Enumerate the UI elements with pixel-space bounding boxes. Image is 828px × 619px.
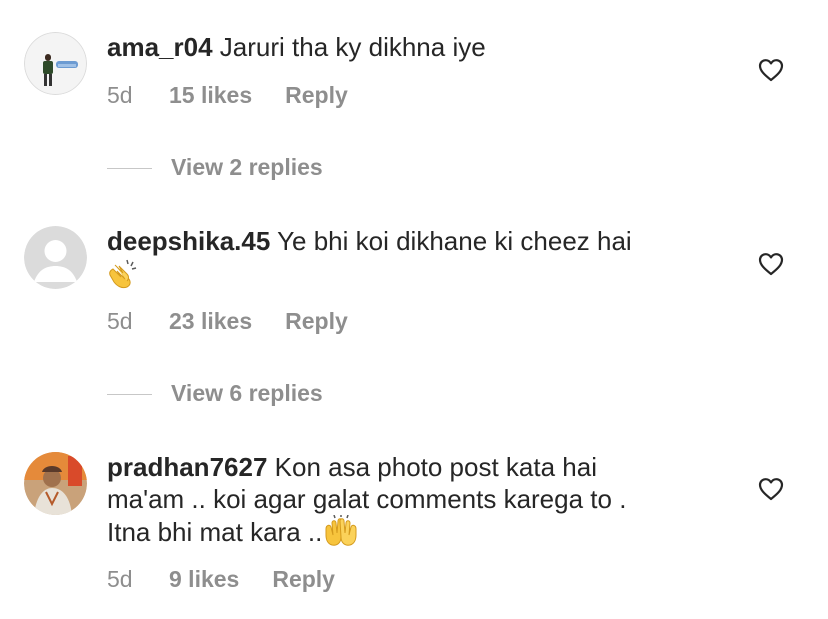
comment-age: 5d [107,566,133,592]
comment-body-line2: ma'am .. koi agar galat comments karega … [107,484,627,514]
comment-age: 5d [107,308,133,334]
reply-button[interactable]: Reply [285,307,348,335]
heart-icon[interactable] [758,58,784,82]
replies-divider [107,168,152,170]
comment-text: deepshika.45 Ye bhi koi dikhane ki cheez… [107,225,737,296]
comment-text: ama_r04 Jaruri tha ky dikhna iye [107,31,737,63]
likes-count[interactable]: 15 likes [169,81,252,109]
avatar[interactable] [24,32,87,95]
heart-icon[interactable] [758,252,784,276]
view-replies-button[interactable]: View 6 replies [107,379,323,407]
comment-meta: 5d 23 likes Reply [107,307,348,335]
comment-body: Ye bhi koi dikhane ki cheez hai [277,226,632,256]
comment-username[interactable]: pradhan7627 [107,452,267,482]
comment-username[interactable]: deepshika.45 [107,226,270,256]
likes-count[interactable]: 9 likes [169,565,239,593]
comment-text: pradhan7627 Kon asa photo post kata hai … [107,451,737,554]
comment-body: Jaruri tha ky dikhna iye [219,32,486,62]
clapping-hands-emoji [107,257,139,296]
view-replies-label: View 2 replies [171,154,323,180]
comment-body-line3: Itna bhi mat kara .. [107,517,323,547]
avatar[interactable] [24,452,87,515]
reply-button[interactable]: Reply [285,81,348,109]
heart-icon[interactable] [758,477,784,501]
raising-hands-emoji [322,514,360,554]
comment-age: 5d [107,82,133,108]
likes-count[interactable]: 23 likes [169,307,252,335]
comment-meta: 5d 9 likes Reply [107,565,335,593]
comment-meta: 5d 15 likes Reply [107,81,348,109]
view-replies-button[interactable]: View 2 replies [107,153,323,181]
view-replies-label: View 6 replies [171,380,323,406]
avatar[interactable] [24,226,87,289]
replies-divider [107,394,152,396]
comment-username[interactable]: ama_r04 [107,32,213,62]
reply-button[interactable]: Reply [272,565,335,593]
comment-body-line1: Kon asa photo post kata hai [274,452,597,482]
